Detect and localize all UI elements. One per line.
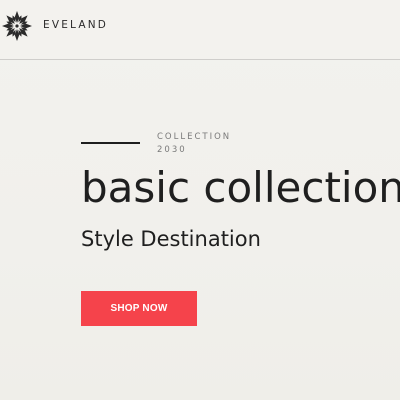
page: EVELAND COLLECTION 2030 basic collection… bbox=[0, 0, 400, 400]
shop-now-button[interactable]: SHOP NOW bbox=[81, 291, 197, 326]
site-header: EVELAND bbox=[0, 0, 400, 60]
hero-subtitle: Style Destination bbox=[81, 227, 261, 251]
eyebrow-year: 2030 bbox=[157, 145, 187, 155]
eyebrow-divider bbox=[81, 142, 140, 144]
brand-name[interactable]: EVELAND bbox=[43, 19, 108, 31]
collection-eyebrow: COLLECTION 2030 bbox=[157, 131, 231, 157]
flower-ornament-icon[interactable] bbox=[0, 9, 34, 43]
eyebrow-label: COLLECTION bbox=[157, 132, 232, 142]
hero-title: basic collection bbox=[81, 163, 400, 212]
